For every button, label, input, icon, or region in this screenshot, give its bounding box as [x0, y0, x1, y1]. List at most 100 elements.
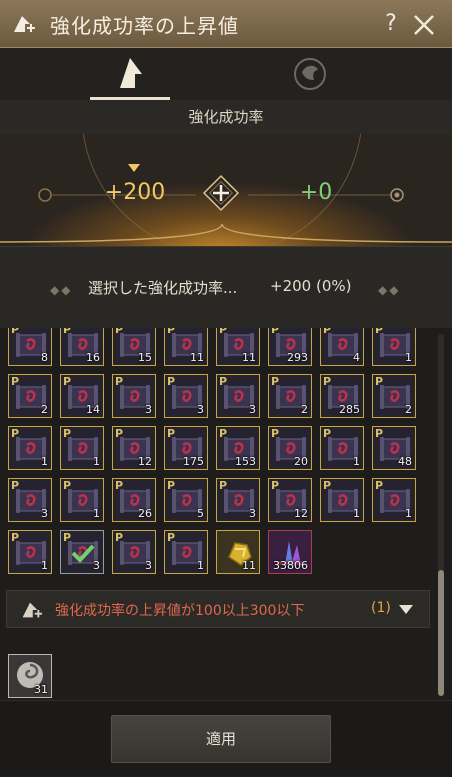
scroll-item[interactable]: P3 [216, 478, 260, 522]
window-titlebar: 強化成功率の上昇値 ? [0, 0, 452, 48]
item-count: 3 [249, 403, 256, 416]
scroll-item[interactable]: P3 [60, 530, 104, 574]
item-count: 16 [86, 351, 100, 364]
scroll-item[interactable]: P 11 [164, 328, 208, 366]
gold-stone-item[interactable]: 11 [216, 530, 260, 574]
scroll-item[interactable]: P 12 [112, 426, 156, 470]
scroll-item[interactable]: P3 [8, 478, 52, 522]
crystal-item[interactable]: 33806 [268, 530, 312, 574]
item-count: 3 [145, 403, 152, 416]
item-count: 31 [34, 683, 48, 696]
scroll-item[interactable]: P 26 [112, 478, 156, 522]
item-count: 11 [190, 351, 204, 364]
item-count: 3 [93, 559, 100, 572]
scroll-item[interactable]: P8 [8, 328, 52, 366]
scroll-item[interactable]: P1 [320, 478, 364, 522]
scroll-item[interactable]: P1 [320, 426, 364, 470]
scroll-item[interactable]: P 285 [320, 374, 364, 418]
scroll-item[interactable]: P 20 [268, 426, 312, 470]
item-count: 1 [405, 507, 412, 520]
item-count: 1 [93, 507, 100, 520]
selected-summary: ◆◆ 選択した強化成功率... +200 (0%) ◆◆ [0, 246, 452, 329]
scroll-item[interactable]: P3 [112, 530, 156, 574]
enhance-plus-icon [14, 16, 35, 32]
apply-button[interactable]: 適用 [111, 715, 331, 763]
scroll-item[interactable]: P3 [216, 374, 260, 418]
ornament-right: ◆◆ [378, 283, 401, 297]
scroll-item[interactable]: P 15 [112, 328, 156, 366]
item-list[interactable]: P 8 P 16 P 15 P 11 P 11 P 293 P 4 P 1 P 2 P 14 P 3 P 3 P 3 P 2 P 285 P… [0, 328, 452, 700]
scroll-item[interactable]: P 48 [372, 426, 416, 470]
scroll-item[interactable]: P3 [112, 374, 156, 418]
scroll-item[interactable]: P 175 [164, 426, 208, 470]
item-count: 1 [197, 559, 204, 572]
scroll-item[interactable]: P 11 [216, 328, 260, 366]
item-count: 1 [353, 455, 360, 468]
plus-icon[interactable] [200, 172, 242, 214]
scroll-item[interactable]: P1 [60, 478, 104, 522]
item-count: 12 [138, 455, 152, 468]
item-count: 293 [287, 351, 308, 364]
filter-count: (1) [371, 600, 391, 616]
scroll-item[interactable]: P2 [372, 374, 416, 418]
item-count: 8 [41, 351, 48, 364]
scroll-item[interactable]: P 14 [60, 374, 104, 418]
item-count: 2 [301, 403, 308, 416]
emblem-icon [294, 58, 326, 90]
close-icon[interactable] [410, 9, 438, 39]
item-count: 33806 [273, 559, 308, 572]
item-count: 20 [294, 455, 308, 468]
swirl-stone-item[interactable]: 31 [8, 654, 52, 698]
selected-value: +200 (0%) [270, 277, 352, 295]
item-count: 4 [353, 351, 360, 364]
item-count: 3 [197, 403, 204, 416]
scroll-item[interactable]: P1 [60, 426, 104, 470]
item-count: 175 [183, 455, 204, 468]
tab-enhance[interactable] [90, 48, 170, 100]
item-count: 26 [138, 507, 152, 520]
item-count: 153 [235, 455, 256, 468]
item-count: 3 [145, 559, 152, 572]
scroll-item[interactable]: P5 [164, 478, 208, 522]
added-rate-value: +0 [299, 180, 333, 205]
chevron-down-icon [399, 605, 413, 614]
rate-marker-arrow [128, 164, 140, 172]
item-count: 1 [353, 507, 360, 520]
enhance-arrow-icon [120, 58, 142, 88]
item-count: 2 [41, 403, 48, 416]
scroll-item[interactable]: P2 [8, 374, 52, 418]
tab-other[interactable] [270, 48, 350, 100]
scroll-item[interactable]: P 153 [216, 426, 260, 470]
scroll-item[interactable]: P1 [8, 426, 52, 470]
scroll-item[interactable]: P2 [268, 374, 312, 418]
window-title: 強化成功率の上昇値 [50, 14, 239, 38]
rate-panel: +200 +0 [0, 134, 452, 246]
item-count: 3 [41, 507, 48, 520]
scroll-item[interactable]: P 293 [268, 328, 312, 366]
scroll-item[interactable]: P 12 [268, 478, 312, 522]
scroll-item[interactable]: P3 [164, 374, 208, 418]
item-count: 11 [242, 559, 256, 572]
scrollbar-thumb[interactable] [438, 570, 444, 696]
footer: 適用 [0, 700, 452, 777]
item-count: 5 [197, 507, 204, 520]
filter-dropdown[interactable]: 強化成功率の上昇値が100以上300以下 (1) [6, 590, 430, 628]
item-count: 285 [339, 403, 360, 416]
section-heading: 強化成功率 [0, 100, 452, 134]
enhance-plus-icon [22, 602, 43, 618]
scroll-item[interactable]: P 16 [60, 328, 104, 366]
scroll-item[interactable]: P1 [372, 478, 416, 522]
scroll-item[interactable]: P1 [8, 530, 52, 574]
help-button[interactable]: ? [378, 9, 404, 39]
item-count: 1 [93, 455, 100, 468]
item-count: 1 [405, 351, 412, 364]
selected-label: 選択した強化成功率... [88, 279, 238, 297]
filter-label: 強化成功率の上昇値が100以上300以下 [55, 603, 305, 619]
item-count: 1 [41, 455, 48, 468]
item-count: 2 [405, 403, 412, 416]
scroll-item[interactable]: P4 [320, 328, 364, 366]
item-count: 15 [138, 351, 152, 364]
scroll-item[interactable]: P1 [164, 530, 208, 574]
item-count: 1 [41, 559, 48, 572]
scroll-item[interactable]: P1 [372, 328, 416, 366]
